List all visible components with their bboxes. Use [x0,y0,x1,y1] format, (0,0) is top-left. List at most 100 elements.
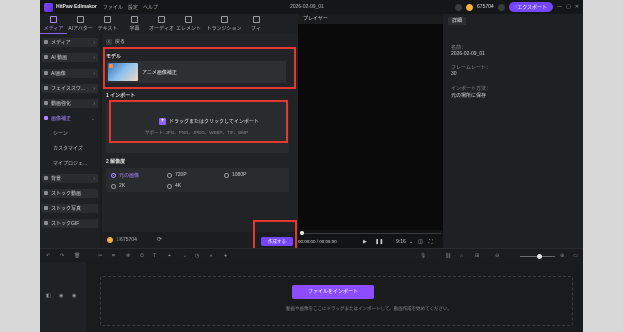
import-heading: 1 インポート [106,93,136,99]
sidebar-item-stock-video[interactable]: ストック動画 [42,189,98,198]
file-import-button[interactable]: ファイルをインポート [292,285,374,299]
audio-icon [158,16,165,23]
sidebar-item-stock-photo[interactable]: ストック写真 [42,204,98,213]
app-name: HitPaw Edimakor [56,4,97,10]
duration-icon[interactable]: ⏱ [140,253,144,259]
tab-filter[interactable]: フィ [246,14,266,34]
sidebar-subitem-my-projects[interactable]: マイプロジェ... [53,160,87,167]
zoom-in-icon[interactable]: ⊕ [560,253,564,259]
title-bar-actions: 675704 ↑ エクスポート — ▢ ✕ [455,2,579,12]
sidebar-item-stock-gif[interactable]: ストックGIF [42,219,98,228]
magnet-icon[interactable]: ∩ [460,253,464,259]
snap-icon[interactable]: ⊞ [475,253,479,259]
media-icon [50,15,57,23]
ai-image-icon [44,71,48,75]
minimize-icon[interactable]: — [557,4,562,10]
track-mute-icon[interactable]: ◉ [72,293,76,299]
pause-icon[interactable]: ❚❚ [375,239,383,245]
link-icon[interactable]: ⛓ [445,253,451,259]
timeline: ◧ ◉ ◉ ファイルをインポート 動画や画像をここにドラッグまたはインポートして… [40,262,583,332]
resolution-720p[interactable]: 720P [167,172,187,178]
sidebar-item-face-swap[interactable]: フェイススワ... › [42,84,98,93]
notification-icon[interactable] [497,3,505,11]
aspect-ratio[interactable]: 9:16 [396,239,406,245]
chevron-down-icon[interactable]: ⌄ [409,239,413,245]
sidebar-item-media[interactable]: メディア › [42,38,98,47]
resolution-original[interactable]: 元の画像 [111,172,139,179]
text-tool-icon[interactable]: T [153,253,156,259]
close-icon[interactable]: ✕ [575,4,579,10]
redo-icon[interactable]: ↷ [60,253,64,259]
resolution-1080p[interactable]: 1080P [224,172,246,178]
sidebar-item-ai-image[interactable]: AI画像 › [42,69,98,78]
element-icon [185,16,192,23]
maximize-icon[interactable]: ▢ [566,4,571,10]
menu-file[interactable]: ファイル [103,4,123,11]
playback-scrubber[interactable] [300,233,441,234]
fullscreen-icon[interactable]: ⛶ [429,239,433,245]
highlight-import [109,100,288,143]
tab-details[interactable]: 詳細 [448,17,467,25]
sidebar-item-background[interactable]: 背景 › [42,174,98,183]
sidebar-item-image-enhance[interactable]: 画像補正 ⌄ [42,114,98,123]
refresh-icon[interactable]: ⟳ [157,236,162,243]
chevron-down-icon[interactable]: ⌄ [183,253,187,259]
fit-icon[interactable]: ▭ [573,253,578,259]
crop-icon[interactable]: ⌗ [112,253,115,259]
undo-icon[interactable]: ↶ [46,253,50,259]
zoom-out-icon[interactable]: ⊖ [495,253,499,259]
back-button[interactable]: ‹ 戻る [106,38,125,45]
track-visible-icon[interactable]: ◉ [59,293,63,299]
tab-ai-avatar[interactable]: AIアバター [67,14,94,34]
ai-video-icon [44,55,48,59]
mask-icon[interactable]: ◐ [210,253,213,259]
play-icon[interactable]: ▶ [363,239,367,245]
microphone-icon[interactable]: 🎙 [420,253,426,259]
avatar-icon [77,16,84,23]
player-panel: プレイヤー 00:00:00 / 00:05:00 ▶ ❚❚ 9:16 ⌄ ◫ … [298,14,443,248]
tab-audio[interactable]: オーディオ [148,14,175,34]
tool-tabs: メディア AIアバター テキスト 字幕 オーディオ エレメント トランジション … [40,14,298,34]
account-avatar[interactable] [455,3,463,11]
image-enhance-icon [44,116,48,120]
sidebar-subitem-scene[interactable]: シーン [53,130,68,137]
import-method-value: 元の場所に保存 [451,93,487,99]
tab-subtitle[interactable]: 字幕 [121,14,148,34]
resolution-options: 元の画像 720P 1080P 2K 4K [106,168,289,192]
split-icon[interactable]: ✂ [98,253,102,259]
fps-value: 30 [451,71,457,77]
record-icon[interactable]: ● [224,253,227,259]
menu-settings[interactable]: 設定 [128,4,138,11]
playhead-handle[interactable] [300,231,304,235]
tab-media[interactable]: メディア [40,14,67,34]
resolution-4k[interactable]: 4K [167,183,181,189]
tab-text[interactable]: テキスト [94,14,121,34]
timeline-dropzone[interactable]: ファイルをインポート 動画や画像をここにドラッグまたはインポートして、動画作成を… [100,276,573,326]
generate-button[interactable]: 作成する [261,237,293,246]
marker-icon[interactable]: ⌖ [168,253,171,259]
import-method-label: インポート方法： [451,86,492,92]
zoom-slider-handle[interactable] [537,254,542,259]
sidebar-item-ai-video[interactable]: AI 動画 › [42,53,98,62]
import-step: 1 [106,93,109,99]
delete-icon[interactable]: 🗑 [74,253,80,259]
speed-icon[interactable]: ◷ [195,253,199,259]
app-window: HitPaw Edimakor ファイル 設定 ヘルプ 2026-02-09_0… [40,0,583,332]
stock-photo-icon [44,206,48,210]
freeze-icon[interactable]: ❄ [126,253,130,259]
tab-transition[interactable]: トランジション [202,14,246,34]
screenshot-icon[interactable]: ◫ [418,239,423,245]
sidebar-subitem-customize[interactable]: カスタマイズ [53,145,83,152]
sidebar-item-video-enhance[interactable]: 動画強化 › [42,99,98,108]
tab-element[interactable]: エレメント [175,14,202,34]
face-icon [44,86,48,90]
menu-help[interactable]: ヘルプ [143,4,158,11]
stock-video-icon [44,191,48,195]
export-button[interactable]: ↑ エクスポート [508,2,554,12]
document-title[interactable]: 2026-02-09_01 [290,4,324,10]
radio-icon [224,172,229,178]
drop-hint: 動画や画像をここにドラッグまたはインポートして、動画作成を始めてください。 [286,306,453,311]
resolution-step: 2 [106,159,109,165]
track-lock-icon[interactable]: ◧ [46,293,51,299]
resolution-2k[interactable]: 2K [111,183,125,189]
